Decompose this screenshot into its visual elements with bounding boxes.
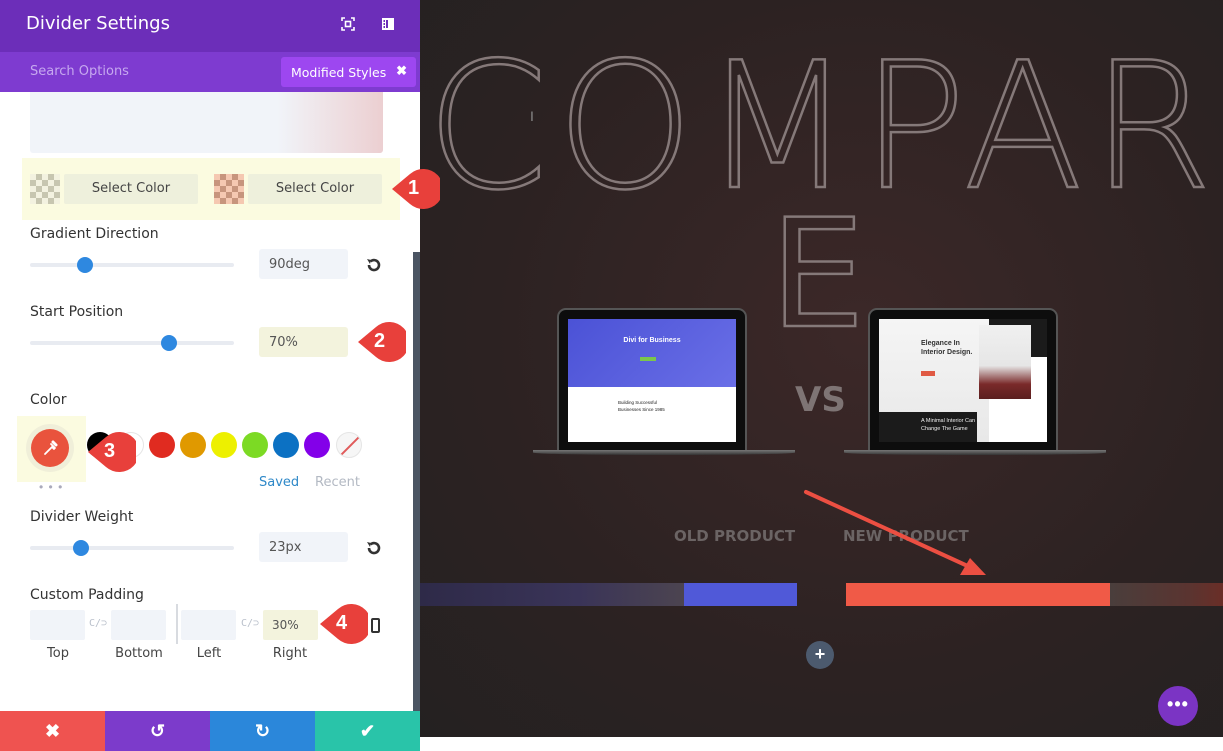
divider-weight-slider[interactable] bbox=[30, 540, 234, 556]
add-section-button[interactable]: + bbox=[806, 641, 834, 669]
padding-right-input[interactable]: 30% bbox=[263, 610, 318, 640]
callout-number: 1 bbox=[408, 177, 420, 199]
color-label: Color bbox=[30, 392, 67, 408]
callout-number: 4 bbox=[336, 612, 348, 634]
callout-number: 2 bbox=[374, 330, 386, 352]
annotation-arrow bbox=[804, 490, 986, 575]
canvas-bottom-strip bbox=[420, 737, 1223, 751]
callout-1: 1 bbox=[392, 169, 444, 209]
panel-title: Divider Settings bbox=[26, 13, 170, 34]
slider-thumb[interactable] bbox=[77, 257, 94, 273]
gradient-color-pickers: Select Color Select Color bbox=[22, 158, 400, 220]
saved-colors-tab[interactable]: Saved bbox=[259, 475, 299, 490]
cancel-button[interactable]: ✖ bbox=[0, 711, 105, 751]
clear-color-swatch[interactable] bbox=[336, 432, 362, 458]
slider-thumb[interactable] bbox=[160, 335, 177, 351]
page-canvas: COMPAR E I Divi for Business Building Su… bbox=[420, 0, 1223, 737]
panel-scrollbar[interactable] bbox=[413, 252, 420, 711]
callout-4: 4 bbox=[320, 604, 372, 644]
palette-swatch[interactable] bbox=[180, 432, 206, 458]
callout-number: 3 bbox=[104, 440, 116, 462]
modified-styles-filter[interactable]: Modified Styles ✖ bbox=[281, 57, 416, 87]
padding-bottom-label: Bottom bbox=[115, 646, 163, 661]
callout-3: 3 bbox=[88, 432, 140, 472]
select-color-button-end[interactable]: Select Color bbox=[248, 174, 382, 204]
sidebar-toggle-icon[interactable] bbox=[381, 17, 395, 31]
search-options-input[interactable]: Search Options bbox=[30, 64, 129, 79]
padding-right-label: Right bbox=[272, 646, 308, 661]
padding-top-input[interactable] bbox=[30, 610, 85, 640]
expand-icon[interactable] bbox=[341, 17, 355, 31]
select-color-button-start[interactable]: Select Color bbox=[64, 174, 198, 204]
gradient-start-swatch[interactable] bbox=[30, 174, 60, 204]
page-settings-button[interactable]: ••• bbox=[1158, 686, 1198, 726]
gradient-direction-input[interactable]: 90deg bbox=[259, 249, 348, 279]
redo-button[interactable]: ↻ bbox=[210, 711, 315, 751]
responsive-device-icon[interactable] bbox=[371, 618, 380, 633]
save-button[interactable]: ✔ bbox=[315, 711, 420, 751]
start-position-label: Start Position bbox=[30, 304, 124, 320]
start-position-input[interactable]: 70% bbox=[259, 327, 348, 357]
link-icon[interactable]: C/⊃ bbox=[241, 618, 259, 629]
eyedropper-icon bbox=[44, 440, 58, 455]
slider-thumb[interactable] bbox=[73, 540, 89, 556]
modified-styles-label: Modified Styles bbox=[291, 65, 387, 80]
palette-swatch[interactable] bbox=[242, 432, 268, 458]
start-position-slider[interactable] bbox=[30, 335, 234, 351]
divider-weight-input[interactable]: 23px bbox=[259, 532, 348, 562]
panel-header: Divider Settings bbox=[0, 0, 420, 52]
search-bar: Search Options Modified Styles ✖ bbox=[0, 52, 420, 92]
more-colors-icon[interactable]: • • • bbox=[39, 480, 63, 494]
color-picker-active[interactable] bbox=[17, 416, 86, 482]
close-icon[interactable]: ✖ bbox=[396, 63, 407, 79]
custom-padding-label: Custom Padding bbox=[30, 587, 144, 603]
callout-2: 2 bbox=[358, 322, 410, 362]
panel-footer: ✖ ↺ ↻ ✔ bbox=[0, 711, 420, 751]
undo-button[interactable]: ↺ bbox=[105, 711, 210, 751]
eyedropper-button[interactable] bbox=[31, 429, 69, 467]
gradient-direction-label: Gradient Direction bbox=[30, 226, 159, 242]
gradient-direction-slider[interactable] bbox=[30, 257, 234, 273]
palette-swatch[interactable] bbox=[211, 432, 237, 458]
palette-swatch[interactable] bbox=[149, 432, 175, 458]
recent-colors-tab[interactable]: Recent bbox=[315, 475, 360, 490]
padding-left-label: Left bbox=[196, 646, 222, 661]
link-icon[interactable]: C/⊃ bbox=[89, 618, 107, 629]
padding-bottom-input[interactable] bbox=[111, 610, 166, 640]
palette-swatch[interactable] bbox=[304, 432, 330, 458]
padding-divider bbox=[176, 604, 178, 644]
padding-top-label: Top bbox=[47, 646, 69, 661]
reset-icon[interactable] bbox=[365, 539, 383, 557]
gradient-end-swatch[interactable] bbox=[214, 174, 244, 204]
gradient-preview bbox=[30, 92, 383, 153]
divider-weight-label: Divider Weight bbox=[30, 509, 134, 525]
reset-icon[interactable] bbox=[365, 256, 383, 274]
palette-swatch[interactable] bbox=[273, 432, 299, 458]
padding-left-input[interactable] bbox=[181, 610, 236, 640]
